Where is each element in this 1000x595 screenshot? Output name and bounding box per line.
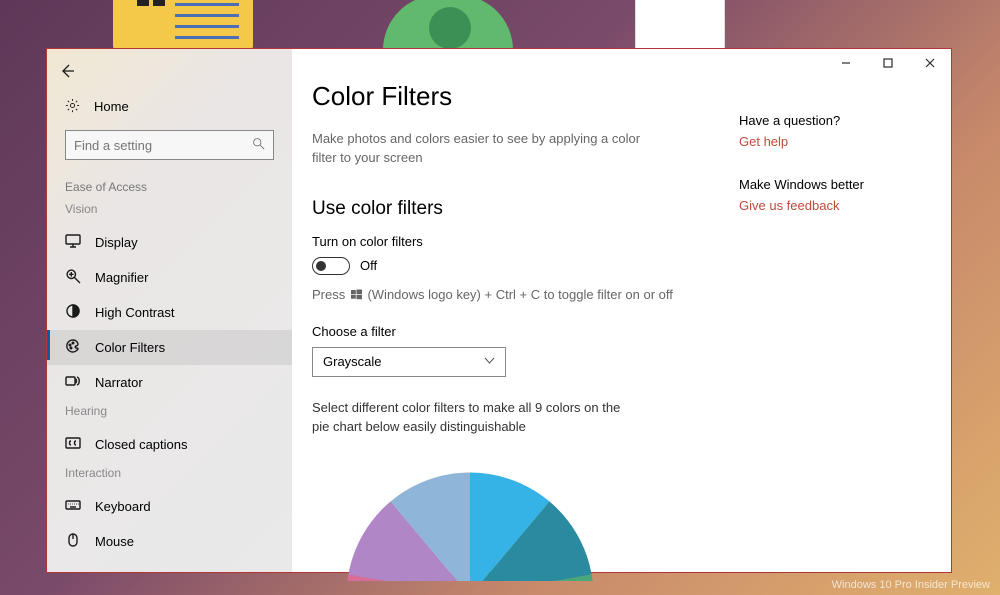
palette-icon [65,338,81,357]
chevron-down-icon [484,354,495,369]
sidebar-item-label: Mouse [95,534,134,549]
sidebar-item-closed-captions[interactable]: Closed captions [47,427,292,462]
main-panel: Color Filters Make photos and colors eas… [292,49,951,572]
search-placeholder: Find a setting [74,138,152,153]
help-header: Have a question? [739,113,931,128]
windows-logo-icon [349,287,364,302]
settings-window: Home Find a setting Ease of Access Visio… [46,48,952,573]
titlebar [825,49,951,77]
desktop-icon [635,0,725,50]
sidebar-item-mouse[interactable]: Mouse [47,524,292,559]
contrast-icon [65,303,81,322]
search-icon [252,137,265,153]
sidebar-item-narrator[interactable]: Narrator [47,365,292,400]
gear-icon [65,98,80,116]
sidebar-item-color-filters[interactable]: Color Filters [47,330,292,365]
keyboard-icon [65,497,81,516]
search-input[interactable]: Find a setting [65,130,274,160]
sidebar-item-label: Color Filters [95,340,165,355]
category-header: Ease of Access [47,170,292,198]
shortcut-hint: Press (Windows logo key) + Ctrl + C to t… [312,287,711,302]
toggle-state: Off [360,258,377,273]
sidebar-item-display[interactable]: Display [47,225,292,260]
group-header-interaction: Interaction [47,462,292,489]
maximize-button[interactable] [867,49,909,77]
give-feedback-link[interactable]: Give us feedback [739,198,931,213]
cc-icon [65,435,81,454]
group-header-hearing: Hearing [47,400,292,427]
pie-chart-preview [340,466,600,581]
toggle-label: Turn on color filters [312,234,711,249]
narrator-icon [65,373,81,392]
color-filters-toggle[interactable] [312,257,350,275]
sidebar-item-label: Magnifier [95,270,148,285]
back-button[interactable] [49,53,85,89]
desktop-background [0,0,1000,50]
content: Color Filters Make photos and colors eas… [292,49,731,572]
mouse-icon [65,532,81,551]
filter-dropdown[interactable]: Grayscale [312,347,506,377]
dropdown-value: Grayscale [323,354,382,369]
watermark: Windows 10 Pro Insider Preview [832,579,990,591]
home-button[interactable]: Home [47,89,292,124]
monitor-icon [65,233,81,252]
choose-filter-label: Choose a filter [312,324,711,339]
group-header-vision: Vision [47,198,292,225]
filter-description: Select different color filters to make a… [312,399,622,437]
sidebar-item-label: Closed captions [95,437,188,452]
get-help-link[interactable]: Get help [739,134,931,149]
sidebar-item-label: High Contrast [95,305,174,320]
right-panel: Have a question? Get help Make Windows b… [731,49,951,572]
page-title: Color Filters [312,81,711,112]
sidebar-item-label: Display [95,235,138,250]
page-subtitle: Make photos and colors easier to see by … [312,130,652,168]
close-button[interactable] [909,49,951,77]
sidebar-item-magnifier[interactable]: Magnifier [47,260,292,295]
sidebar-item-high-contrast[interactable]: High Contrast [47,295,292,330]
section-title: Use color filters [312,198,711,220]
desktop-icon [383,0,513,50]
desktop-icon [113,0,253,50]
sidebar-item-label: Narrator [95,375,143,390]
minimize-button[interactable] [825,49,867,77]
magnifier-icon [65,268,81,287]
home-label: Home [94,99,129,114]
feedback-header: Make Windows better [739,177,931,192]
sidebar-item-keyboard[interactable]: Keyboard [47,489,292,524]
sidebar-item-label: Keyboard [95,499,151,514]
sidebar: Home Find a setting Ease of Access Visio… [47,49,292,572]
